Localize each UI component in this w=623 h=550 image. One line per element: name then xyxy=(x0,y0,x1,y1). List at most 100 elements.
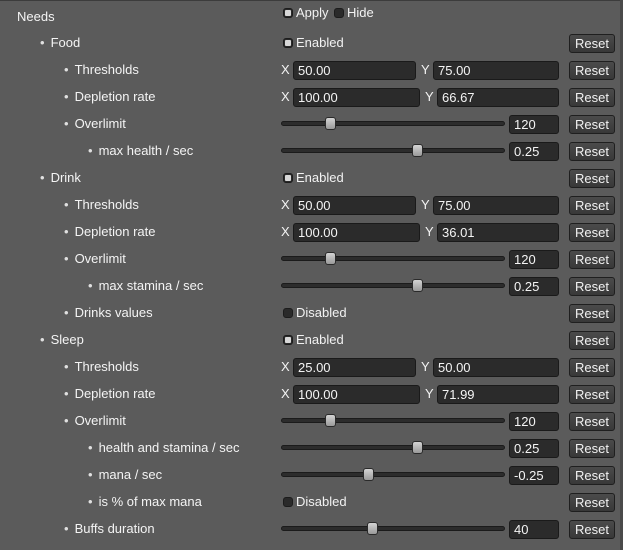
drink-depletion-rate-x-input[interactable]: 100.00 xyxy=(293,223,420,242)
sleep-depletion-rate-label: • Depletion rate xyxy=(64,386,156,401)
drink-depletion-rate-y-input[interactable]: 36.01 xyxy=(437,223,559,242)
drink-overlimit-slider-handle[interactable] xyxy=(325,252,336,265)
drink-max-stamina-slider[interactable] xyxy=(281,279,505,292)
food-max-health-value-input[interactable]: 0.25 xyxy=(509,142,559,161)
sleep-overlimit-reset-button[interactable]: Reset xyxy=(569,412,615,431)
bullet-icon: • xyxy=(88,494,93,509)
food-depletion-rate-y-label: Y xyxy=(425,89,434,104)
sleep-thresholds-label: • Thresholds xyxy=(64,359,139,374)
food-checkbox-label: Enabled xyxy=(296,35,344,50)
food-max-health-slider-handle[interactable] xyxy=(412,144,423,157)
food-checkbox[interactable]: Enabled xyxy=(283,35,344,50)
bullet-icon: • xyxy=(88,467,93,482)
sleep-depletion-rate-x-input[interactable]: 100.00 xyxy=(293,385,420,404)
sleep-mana-reset-button[interactable]: Reset xyxy=(569,466,615,485)
check-icon[interactable] xyxy=(283,37,293,48)
sleep-thresholds-x-input[interactable]: 25.00 xyxy=(293,358,416,377)
sleep-health-stamina-slider-handle[interactable] xyxy=(412,441,423,454)
food-thresholds-x-input[interactable]: 50.00 xyxy=(293,61,416,80)
check-icon[interactable] xyxy=(283,307,293,318)
sleep-thresholds-x-label: X xyxy=(281,359,290,374)
sleep-overlimit-label: • Overlimit xyxy=(64,413,126,428)
food-depletion-rate-reset-button[interactable]: Reset xyxy=(569,88,615,107)
bullet-icon: • xyxy=(64,359,69,374)
food-overlimit-reset-button[interactable]: Reset xyxy=(569,115,615,134)
buffs-duration-label-text: Buffs duration xyxy=(74,521,155,536)
drink-checkbox[interactable]: Enabled xyxy=(283,170,344,185)
buffs-duration-reset-button[interactable]: Reset xyxy=(569,520,615,539)
food-depletion-rate-x-input[interactable]: 100.00 xyxy=(293,88,420,107)
check-icon[interactable] xyxy=(283,334,293,345)
food-overlimit-slider[interactable] xyxy=(281,117,505,130)
food-depletion-rate-label: • Depletion rate xyxy=(64,89,156,104)
sleep-depletion-rate-reset-button[interactable]: Reset xyxy=(569,385,615,404)
hide-checkbox[interactable]: Hide xyxy=(334,5,374,20)
drink-thresholds-y-input[interactable]: 75.00 xyxy=(433,196,559,215)
sleep-health-stamina-slider[interactable] xyxy=(281,441,505,454)
food-max-health-reset-button[interactable]: Reset xyxy=(569,142,615,161)
sleep-mana-slider[interactable] xyxy=(281,468,505,481)
sleep-reset-button[interactable]: Reset xyxy=(569,331,615,350)
buffs-duration-slider-handle[interactable] xyxy=(367,522,378,535)
drink-label-text: Drink xyxy=(50,170,81,185)
sleep-is-percent-max-mana-label: • is % of max mana xyxy=(88,494,202,509)
food-depletion-rate-x-label: X xyxy=(281,89,290,104)
apply-checkbox[interactable]: Apply xyxy=(283,5,329,20)
bullet-icon: • xyxy=(64,305,69,320)
sleep-thresholds-y-input[interactable]: 50.00 xyxy=(433,358,559,377)
needs-settings-panel: Needs Apply Hide • Food Enabled Reset • Thres… xyxy=(0,0,623,550)
check-icon[interactable] xyxy=(283,496,293,507)
food-overlimit-slider-handle[interactable] xyxy=(325,117,336,130)
food-label: • Food xyxy=(40,35,80,50)
drink-overlimit-value-input[interactable]: 120 xyxy=(509,250,559,269)
bullet-icon: • xyxy=(64,62,69,77)
sleep-label-text: Sleep xyxy=(50,332,84,347)
drink-thresholds-x-input[interactable]: 50.00 xyxy=(293,196,416,215)
food-overlimit-value-input[interactable]: 120 xyxy=(509,115,559,134)
sleep-is-percent-max-mana-reset-button[interactable]: Reset xyxy=(569,493,615,512)
sleep-checkbox[interactable]: Enabled xyxy=(283,332,344,347)
sleep-depletion-rate-y-input[interactable]: 71.99 xyxy=(437,385,559,404)
food-depletion-rate-y-input[interactable]: 66.67 xyxy=(437,88,559,107)
sleep-is-percent-max-mana-checkbox[interactable]: Disabled xyxy=(283,494,347,509)
drink-max-stamina-label: • max stamina / sec xyxy=(88,278,203,293)
drink-max-stamina-value-input[interactable]: 0.25 xyxy=(509,277,559,296)
food-max-health-label: • max health / sec xyxy=(88,143,193,158)
sleep-mana-slider-handle[interactable] xyxy=(363,468,374,481)
drink-reset-button[interactable]: Reset xyxy=(569,169,615,188)
food-depletion-rate-label-text: Depletion rate xyxy=(74,89,156,104)
sleep-health-stamina-value-input[interactable]: 0.25 xyxy=(509,439,559,458)
sleep-overlimit-value-input[interactable]: 120 xyxy=(509,412,559,431)
drink-overlimit-reset-button[interactable]: Reset xyxy=(569,250,615,269)
drink-overlimit-label-text: Overlimit xyxy=(74,251,126,266)
drinks-values-label-text: Drinks values xyxy=(74,305,153,320)
sleep-thresholds-y-label: Y xyxy=(421,359,430,374)
buffs-duration-slider[interactable] xyxy=(281,522,505,535)
drink-depletion-rate-reset-button[interactable]: Reset xyxy=(569,223,615,242)
food-thresholds-reset-button[interactable]: Reset xyxy=(569,61,615,80)
sleep-mana-value-input[interactable]: -0.25 xyxy=(509,466,559,485)
drink-thresholds-reset-button[interactable]: Reset xyxy=(569,196,615,215)
bullet-icon: • xyxy=(64,224,69,239)
sleep-overlimit-slider-handle[interactable] xyxy=(325,414,336,427)
food-reset-button[interactable]: Reset xyxy=(569,34,615,53)
drink-overlimit-slider[interactable] xyxy=(281,252,505,265)
food-thresholds-label-text: Thresholds xyxy=(74,62,139,77)
hide-check-icon[interactable] xyxy=(334,7,344,18)
drinks-values-checkbox[interactable]: Disabled xyxy=(283,305,347,320)
drink-max-stamina-reset-button[interactable]: Reset xyxy=(569,277,615,296)
sleep-overlimit-slider[interactable] xyxy=(281,414,505,427)
apply-check-icon[interactable] xyxy=(283,7,293,18)
food-thresholds-y-input[interactable]: 75.00 xyxy=(433,61,559,80)
bullet-icon: • xyxy=(40,35,45,50)
buffs-duration-value-input[interactable]: 40 xyxy=(509,520,559,539)
bullet-icon: • xyxy=(64,521,69,536)
drink-max-stamina-slider-handle[interactable] xyxy=(412,279,423,292)
sleep-thresholds-reset-button[interactable]: Reset xyxy=(569,358,615,377)
check-icon[interactable] xyxy=(283,172,293,183)
buffs-duration-label: • Buffs duration xyxy=(64,521,155,536)
sleep-health-stamina-reset-button[interactable]: Reset xyxy=(569,439,615,458)
drink-thresholds-y-label: Y xyxy=(421,197,430,212)
food-max-health-slider[interactable] xyxy=(281,144,505,157)
drinks-values-reset-button[interactable]: Reset xyxy=(569,304,615,323)
